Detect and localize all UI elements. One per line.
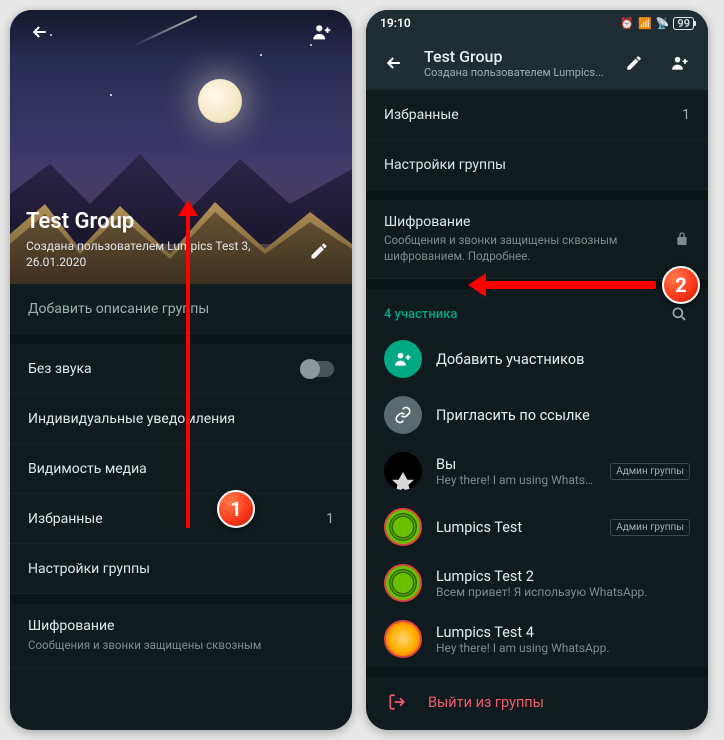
- search-icon[interactable]: [668, 303, 690, 325]
- back-button[interactable]: [378, 47, 410, 79]
- custom-notifications-row[interactable]: Индивидуальные уведомления: [10, 394, 352, 444]
- add-description-row[interactable]: Добавить описание группы: [10, 284, 352, 334]
- encryption-row[interactable]: Шифрование Сообщения и звонки защищены с…: [10, 604, 352, 669]
- back-button[interactable]: [24, 16, 56, 48]
- media-visibility-row[interactable]: Видимость медиа: [10, 444, 352, 494]
- encryption-row[interactable]: Шифрование Сообщения и звонки защищены с…: [366, 200, 708, 279]
- annotation-badge-2: 2: [662, 266, 700, 304]
- group-header-image: 19:10 ⏰ 📶 📡 99 Test Group Создана пользо…: [10, 10, 352, 284]
- appbar-subtitle: Создана пользователем Lumpics...: [424, 66, 604, 79]
- add-participant-button[interactable]: [306, 16, 338, 48]
- member-row[interactable]: Lumpics Test 2 Всем привет! Я использую …: [366, 555, 708, 611]
- alarm-icon: ⏰: [620, 17, 634, 30]
- edit-name-button[interactable]: [304, 236, 334, 266]
- battery-icon: 99: [673, 17, 694, 30]
- annotation-arrow-left: [484, 281, 656, 289]
- phone-left: 19:10 ⏰ 📶 📡 99 Test Group Создана пользо…: [10, 10, 352, 730]
- link-icon: [384, 396, 422, 434]
- admin-badge: Админ группы: [610, 463, 690, 480]
- member-row-you[interactable]: Вы Hey there! I am using WhatsApp. Админ…: [366, 443, 708, 499]
- member-row[interactable]: Lumpics Test Админ группы: [366, 499, 708, 555]
- add-person-icon: [384, 340, 422, 378]
- avatar: [384, 452, 422, 490]
- add-participants-row[interactable]: Добавить участников: [366, 331, 708, 387]
- member-row[interactable]: Lumpics Test 4 Hey there! I am using Wha…: [366, 611, 708, 667]
- lock-icon: [674, 231, 690, 247]
- invite-link-row[interactable]: Пригласить по ссылке: [366, 387, 708, 443]
- status-time: 19:10: [380, 16, 411, 30]
- annotation-badge-1: 1: [217, 490, 255, 528]
- avatar: [384, 564, 422, 602]
- wifi-icon: 📡: [656, 17, 670, 30]
- group-created-info: Создана пользователем Lumpics Test 3, 26…: [26, 238, 276, 270]
- participants-header: 4 участника: [366, 289, 708, 331]
- mute-toggle[interactable]: [300, 361, 334, 377]
- group-settings-row[interactable]: Настройки группы: [10, 544, 352, 594]
- edit-button[interactable]: [618, 47, 650, 79]
- starred-row[interactable]: Избранные 1: [366, 90, 708, 140]
- avatar: [384, 620, 422, 658]
- participants-count: 4 участника: [384, 307, 457, 322]
- group-settings-row[interactable]: Настройки группы: [366, 140, 708, 190]
- exit-icon: [388, 693, 406, 711]
- starred-count: 1: [682, 107, 690, 123]
- admin-badge: Админ группы: [610, 519, 690, 536]
- add-participant-button[interactable]: [664, 47, 696, 79]
- exit-group-row[interactable]: Выйти из группы: [366, 677, 708, 727]
- appbar-title: Test Group: [424, 47, 604, 66]
- signal-icon: 📶: [638, 17, 652, 30]
- mute-row[interactable]: Без звука: [10, 344, 352, 394]
- starred-count: 1: [326, 511, 334, 527]
- status-icons: ⏰ 📶 📡 99: [620, 17, 694, 30]
- annotation-arrow-up: [186, 214, 190, 528]
- starred-row[interactable]: Избранные 1: [10, 494, 352, 544]
- phone-right: 19:10 ⏰ 📶 📡 99 Test Group Создана пользо…: [366, 10, 708, 730]
- avatar: [384, 508, 422, 546]
- app-bar: Test Group Создана пользователем Lumpics…: [366, 36, 708, 90]
